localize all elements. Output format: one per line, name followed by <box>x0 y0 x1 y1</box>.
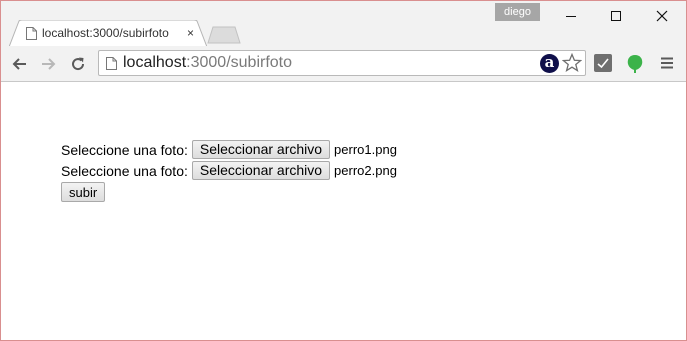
reload-icon <box>72 57 85 71</box>
selected-file-name: perro2.png <box>334 163 397 178</box>
check-extension-icon[interactable] <box>594 54 612 72</box>
choose-file-button[interactable]: Seleccionar archivo <box>191 161 331 180</box>
file-row: Seleccione una foto: Seleccionar archivo… <box>61 139 397 160</box>
minimize-button[interactable] <box>548 5 594 27</box>
new-tab-button[interactable] <box>207 26 241 44</box>
close-icon <box>656 10 668 22</box>
tab-active[interactable]: localhost:3000/subirfoto × <box>9 20 207 47</box>
upload-form: Seleccione una foto: Seleccionar archivo… <box>61 139 397 202</box>
minimize-icon <box>566 16 576 17</box>
title-bar: diego localhost:3000/subirfoto × <box>1 1 686 47</box>
leaf-extension-icon[interactable] <box>626 54 644 74</box>
url-text: localhost:3000/subirfoto <box>123 54 292 72</box>
tab-close-icon[interactable]: × <box>187 26 194 40</box>
star-icon[interactable] <box>562 53 582 73</box>
close-window-button[interactable] <box>639 5 685 27</box>
amazon-extension-icon[interactable]: a <box>540 54 559 73</box>
hamburger-menu-icon[interactable] <box>660 56 674 70</box>
user-badge[interactable]: diego <box>495 3 540 21</box>
submit-button[interactable]: subir <box>61 182 106 202</box>
page-icon <box>26 27 37 45</box>
choose-file-button[interactable]: Seleccionar archivo <box>191 140 331 159</box>
url-path: :3000/subirfoto <box>186 54 293 71</box>
file-label: Seleccione una foto: <box>61 141 188 158</box>
url-host: localhost <box>123 54 187 71</box>
browser-toolbar: localhost:3000/subirfoto a <box>1 46 686 82</box>
page-content: Seleccione una foto: Seleccionar archivo… <box>1 82 686 340</box>
file-label: Seleccione una foto: <box>61 162 188 179</box>
forward-button[interactable] <box>39 54 59 74</box>
page-icon <box>106 57 117 75</box>
maximize-button[interactable] <box>593 5 639 27</box>
back-button[interactable] <box>9 54 29 74</box>
selected-file-name: perro1.png <box>334 142 397 157</box>
address-bar[interactable]: localhost:3000/subirfoto a <box>98 50 586 76</box>
back-arrow-icon <box>12 58 26 70</box>
maximize-icon <box>611 11 621 21</box>
forward-arrow-icon <box>42 58 56 70</box>
browser-window: diego localhost:3000/subirfoto × localho… <box>0 0 687 341</box>
tab-title: localhost:3000/subirfoto <box>42 26 169 40</box>
file-row: Seleccione una foto: Seleccionar archivo… <box>61 160 397 181</box>
reload-button[interactable] <box>68 54 88 74</box>
